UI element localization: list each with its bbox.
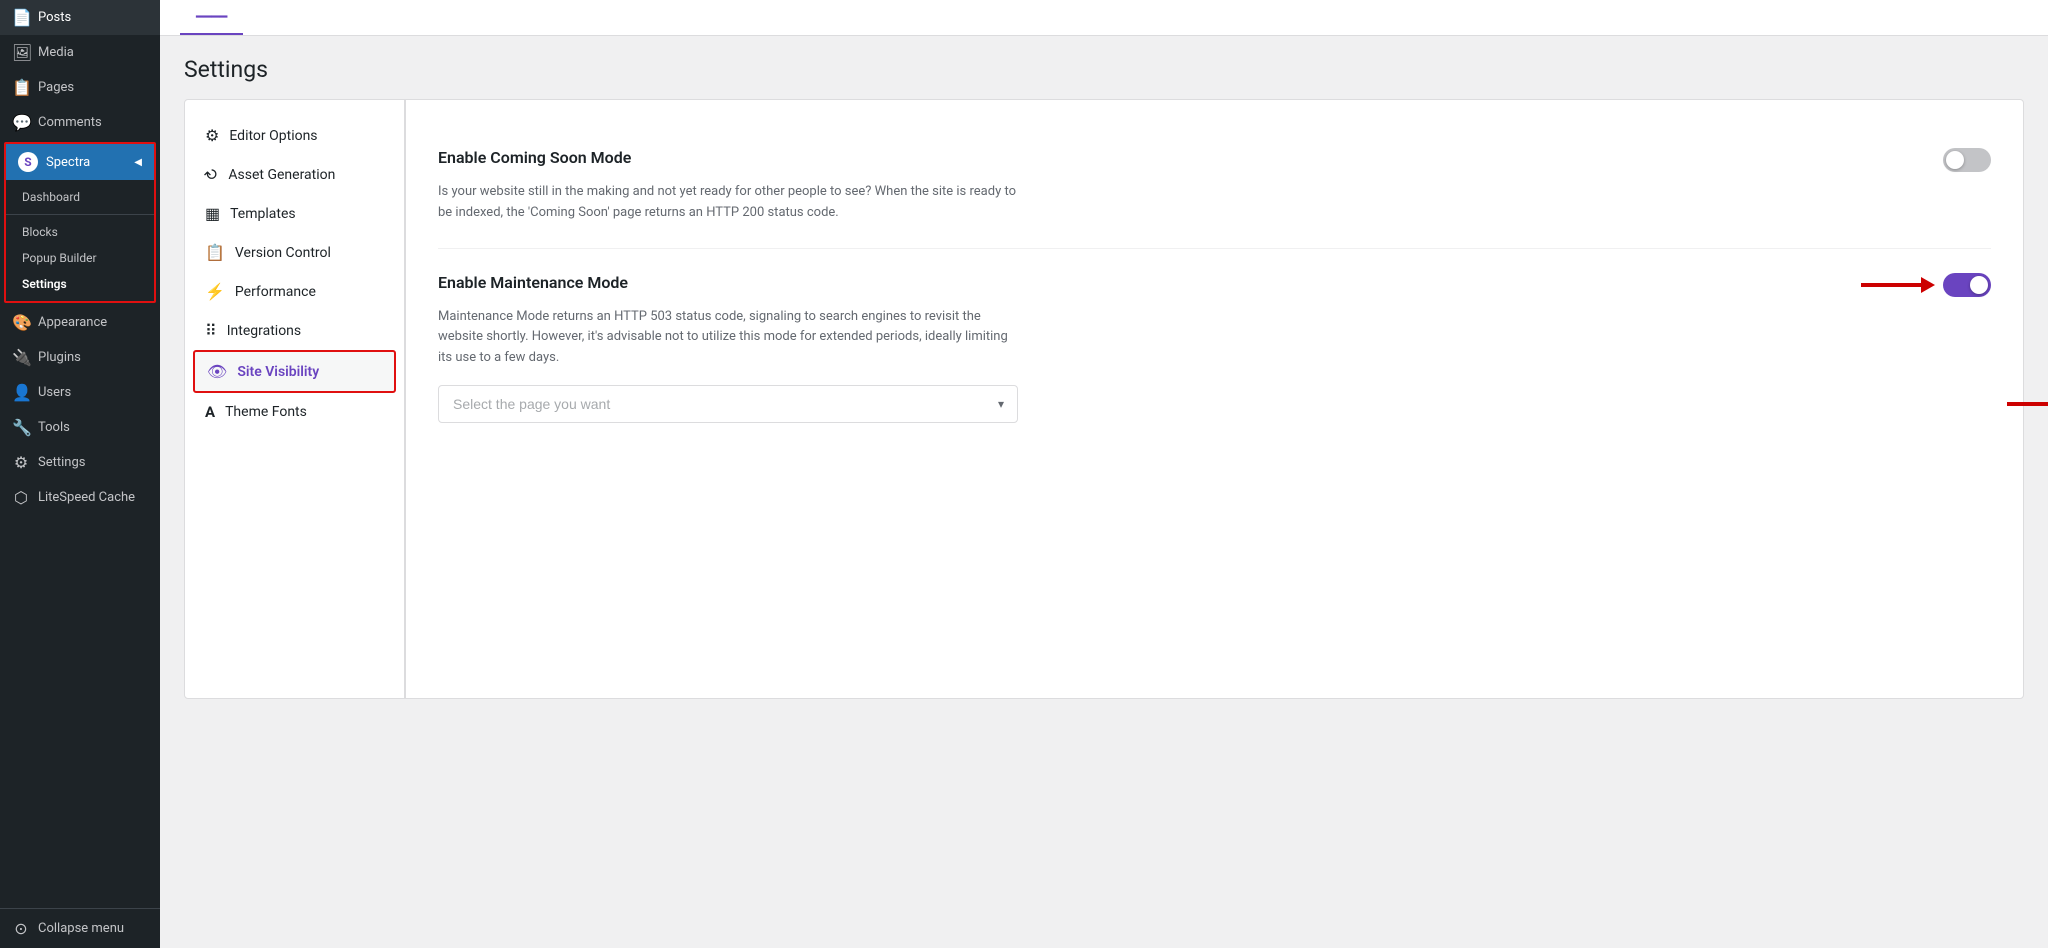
- nav-version-control[interactable]: 📋 Version Control: [185, 233, 404, 272]
- arrow-right-body: [1861, 283, 1921, 287]
- main-content: ━━━━ Settings ⚙ Editor Options ↻ Asset G…: [160, 0, 2048, 948]
- page-select-wrapper: Select the page you want ▾: [438, 385, 1018, 423]
- templates-icon: ▦: [205, 204, 220, 223]
- sidebar-item-litespeed[interactable]: ⬡ LiteSpeed Cache: [0, 480, 160, 515]
- spectra-logo: S: [18, 152, 38, 172]
- sidebar-item-tools[interactable]: 🔧 Tools: [0, 410, 160, 445]
- sidebar-item-appearance[interactable]: 🎨 Appearance: [0, 305, 160, 340]
- nav-theme-fonts[interactable]: A Theme Fonts: [185, 393, 404, 431]
- sidebar: 📄 Posts 🖼 Media 📋 Pages 💬 Comments S Spe…: [0, 0, 160, 948]
- wp-settings-icon: ⚙: [12, 453, 30, 472]
- sidebar-item-pages[interactable]: 📋 Pages: [0, 70, 160, 105]
- coming-soon-header: Enable Coming Soon Mode: [438, 148, 1991, 172]
- top-bar-tab-active[interactable]: ━━━━: [180, 2, 243, 35]
- spectra-item[interactable]: S Spectra ◀: [6, 144, 154, 180]
- settings-panel: ⚙ Editor Options ↻ Asset Generation ▦ Te…: [184, 99, 2024, 699]
- maintenance-mode-description: Maintenance Mode returns an HTTP 503 sta…: [438, 307, 1018, 369]
- litespeed-icon: ⬡: [12, 488, 30, 507]
- nav-site-visibility[interactable]: 👁 Site Visibility: [193, 350, 396, 393]
- maintenance-mode-toggle[interactable]: [1943, 273, 1991, 297]
- plugins-icon: 🔌: [12, 348, 30, 367]
- posts-icon: 📄: [12, 8, 30, 27]
- sidebar-item-plugins[interactable]: 🔌 Plugins: [0, 340, 160, 375]
- nav-templates[interactable]: ▦ Templates: [185, 194, 404, 233]
- sidebar-collapse[interactable]: ⊙ Collapse menu: [0, 908, 160, 948]
- top-bar: ━━━━: [160, 0, 2048, 36]
- coming-soon-setting: Enable Coming Soon Mode Is your website …: [438, 124, 1991, 249]
- integrations-icon: ⠿: [205, 321, 217, 340]
- sidebar-item-wp-settings[interactable]: ⚙ Settings: [0, 445, 160, 480]
- arrow-left-body: [2007, 402, 2048, 406]
- editor-options-icon: ⚙: [205, 126, 219, 145]
- sidebar-item-comments[interactable]: 💬 Comments: [0, 105, 160, 140]
- sidebar-item-settings[interactable]: Settings: [6, 271, 154, 297]
- arrow-right-head: [1921, 277, 1935, 293]
- settings-content: Enable Coming Soon Mode Is your website …: [405, 100, 2023, 698]
- maintenance-mode-setting: Enable Maintenance Mode Mai: [438, 249, 1991, 447]
- page-title: Settings: [184, 56, 2024, 83]
- pages-icon: 📋: [12, 78, 30, 97]
- users-icon: 👤: [12, 383, 30, 402]
- appearance-icon: 🎨: [12, 313, 30, 332]
- spectra-submenu: Dashboard Blocks Popup Builder Settings: [6, 180, 154, 301]
- maintenance-mode-toggle-knob: [1970, 276, 1988, 294]
- sidebar-item-users[interactable]: 👤 Users: [0, 375, 160, 410]
- content-area: Settings ⚙ Editor Options ↻ Asset Genera…: [160, 36, 2048, 948]
- sidebar-item-popup-builder[interactable]: Popup Builder: [6, 245, 154, 271]
- media-icon: 🖼: [12, 43, 30, 62]
- theme-fonts-icon: A: [205, 403, 215, 421]
- performance-icon: ⚡: [205, 282, 225, 301]
- nav-asset-generation[interactable]: ↻ Asset Generation: [185, 155, 404, 194]
- settings-nav: ⚙ Editor Options ↻ Asset Generation ▦ Te…: [185, 100, 405, 698]
- coming-soon-title: Enable Coming Soon Mode: [438, 148, 631, 167]
- maintenance-mode-title: Enable Maintenance Mode: [438, 273, 628, 292]
- arrow-right-indicator: [1861, 277, 1935, 293]
- sidebar-item-blocks[interactable]: Blocks: [6, 219, 154, 245]
- asset-generation-icon: ↻: [200, 163, 223, 186]
- comments-icon: 💬: [12, 113, 30, 132]
- arrow-left-indicator: [2007, 396, 2048, 412]
- page-select[interactable]: Select the page you want: [438, 385, 1018, 423]
- site-visibility-icon: 👁: [207, 362, 227, 381]
- collapse-icon: ⊙: [12, 919, 30, 938]
- nav-integrations[interactable]: ⠿ Integrations: [185, 311, 404, 350]
- sidebar-item-dashboard[interactable]: Dashboard: [6, 184, 154, 210]
- sidebar-item-posts[interactable]: 📄 Posts: [0, 0, 160, 35]
- spectra-group: S Spectra ◀ Dashboard Blocks Popup Build…: [4, 142, 156, 303]
- coming-soon-toggle[interactable]: [1943, 148, 1991, 172]
- coming-soon-toggle-knob: [1946, 151, 1964, 169]
- page-select-container: Select the page you want ▾: [438, 385, 1991, 423]
- spectra-item-left: S Spectra: [18, 152, 90, 172]
- sidebar-item-media[interactable]: 🖼 Media: [0, 35, 160, 70]
- nav-performance[interactable]: ⚡ Performance: [185, 272, 404, 311]
- nav-editor-options[interactable]: ⚙ Editor Options: [185, 116, 404, 155]
- maintenance-mode-header: Enable Maintenance Mode: [438, 273, 1991, 297]
- coming-soon-description: Is your website still in the making and …: [438, 182, 1018, 224]
- tools-icon: 🔧: [12, 418, 30, 437]
- version-control-icon: 📋: [205, 243, 225, 262]
